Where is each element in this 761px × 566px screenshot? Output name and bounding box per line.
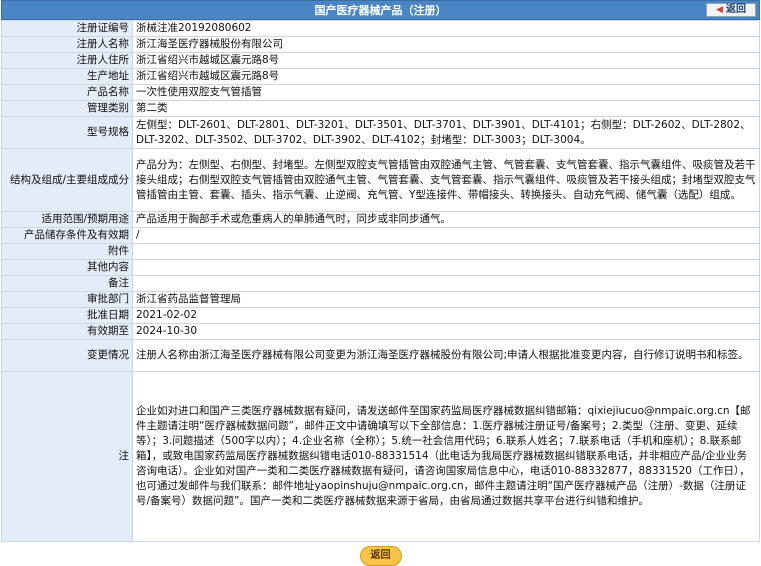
- back-button-top-label: 返回: [725, 4, 746, 15]
- row-label: 注: [1, 371, 133, 542]
- row-value: 浙江海圣医疗器械股份有限公司: [132, 36, 760, 53]
- row-label: 备注: [1, 275, 133, 292]
- table-row: 适用范围/预期用途 产品适用于胸部手术或危重病人的单肺通气时，同步或非同步通气。: [1, 211, 760, 228]
- row-label: 管理类别: [1, 100, 133, 117]
- info-table-body: 注册证编号 浙械注准20192080602 注册人名称 浙江海圣医疗器械股份有限公司注…: [1, 20, 760, 542]
- row-label: 注册人名称: [1, 36, 133, 53]
- row-label: 型号规格: [1, 116, 133, 149]
- row-label: 其他内容: [1, 259, 133, 276]
- table-row: 批准日期 2021-02-02: [1, 307, 760, 324]
- table-row: 产品名称 一次性使用双腔支气管插管: [1, 84, 760, 101]
- table-row: 附件: [1, 243, 760, 260]
- row-label: 有效期至: [1, 323, 133, 340]
- row-label: 适用范围/预期用途: [1, 211, 133, 228]
- table-row: 有效期至 2024-10-30: [1, 323, 760, 340]
- row-value: [132, 259, 760, 276]
- table-row: 变更情况 注册人名称由浙江海圣医疗器械有限公司变更为浙江海圣医疗器械股份有限公司;…: [1, 339, 760, 372]
- row-value: 左侧型：DLT-2601、DLT-2801、DLT-3201、DLT-3501、…: [132, 116, 760, 149]
- table-row: 注册人名称 浙江海圣医疗器械股份有限公司: [1, 36, 760, 53]
- table-row: 备注: [1, 275, 760, 292]
- row-value: 2021-02-02: [132, 307, 760, 324]
- table-row: 管理类别 第二类: [1, 100, 760, 117]
- row-label: 产品储存条件及有效期: [1, 227, 133, 244]
- row-label: 结构及组成/主要组成成分: [1, 148, 133, 212]
- row-value: /: [132, 227, 760, 244]
- table-row: 审批部门 浙江省药品监督管理局: [1, 291, 760, 308]
- row-label: 批准日期: [1, 307, 133, 324]
- table-row: 其他内容: [1, 259, 760, 276]
- row-value: 浙械注准20192080602: [132, 20, 760, 37]
- row-label: 注册人住所: [1, 52, 133, 69]
- table-row: 注册人住所 浙江省绍兴市越城区震元路8号: [1, 52, 760, 69]
- row-value: [132, 275, 760, 292]
- row-value: 第二类: [132, 100, 760, 117]
- row-value: 产品适用于胸部手术或危重病人的单肺通气时，同步或非同步通气。: [132, 211, 760, 228]
- back-button-bottom-label: 返回: [370, 550, 391, 561]
- table-row: 生产地址 浙江省绍兴市越城区震元路8号: [1, 68, 760, 85]
- row-value: 浙江省绍兴市越城区震元路8号: [132, 68, 760, 85]
- back-button-top[interactable]: ◀ 返回: [706, 3, 756, 17]
- table-row: 注册证编号 浙械注准20192080602: [1, 20, 760, 37]
- row-value: 一次性使用双腔支气管插管: [132, 84, 760, 101]
- row-label: 变更情况: [1, 339, 133, 372]
- row-value: 浙江省药品监督管理局: [132, 291, 760, 308]
- row-label: 生产地址: [1, 68, 133, 85]
- row-label: 审批部门: [1, 291, 133, 308]
- row-value: [132, 243, 760, 260]
- page-wrapper: 国产医疗器械产品（注册） ◀ 返回 注册证编号 浙械注准20192080602 注册人…: [1, 0, 760, 566]
- row-value: 2024-10-30: [132, 323, 760, 340]
- table-row: 注企业如对进口和国产三类医疗器械数据有疑问，请发送邮件至国家药监局医疗器械数据纠…: [1, 371, 760, 542]
- row-value: 注册人名称由浙江海圣医疗器械有限公司变更为浙江海圣医疗器械股份有限公司;申请人根…: [132, 339, 760, 372]
- row-label: 附件: [1, 243, 133, 260]
- row-value: 产品分为：左侧型、右侧型、封堵型。左侧型双腔支气管插管由双腔通气主管、气管套囊、…: [132, 148, 760, 212]
- info-table: 注册证编号 浙械注准20192080602 注册人名称 浙江海圣医疗器械股份有限公司注…: [1, 20, 760, 542]
- table-row: 结构及组成/主要组成成分 产品分为：左侧型、右侧型、封堵型。左侧型双腔支气管插管由…: [1, 148, 760, 212]
- row-value: 浙江省绍兴市越城区震元路8号: [132, 52, 760, 69]
- row-value: 企业如对进口和国产三类医疗器械数据有疑问，请发送邮件至国家药监局医疗器械数据纠错…: [132, 371, 760, 542]
- back-arrow-icon: ◀: [716, 5, 723, 15]
- table-row: 型号规格 左侧型：DLT-2601、DLT-2801、DLT-3201、DLT-3…: [1, 116, 760, 149]
- row-label: 产品名称: [1, 84, 133, 101]
- footer: 返回: [1, 542, 760, 566]
- page-title: 国产医疗器械产品（注册）: [314, 4, 447, 17]
- table-row: 产品储存条件及有效期 /: [1, 227, 760, 244]
- back-button-bottom[interactable]: 返回: [359, 546, 402, 566]
- title-bar: 国产医疗器械产品（注册） ◀ 返回: [1, 0, 760, 20]
- row-label: 注册证编号: [1, 20, 133, 37]
